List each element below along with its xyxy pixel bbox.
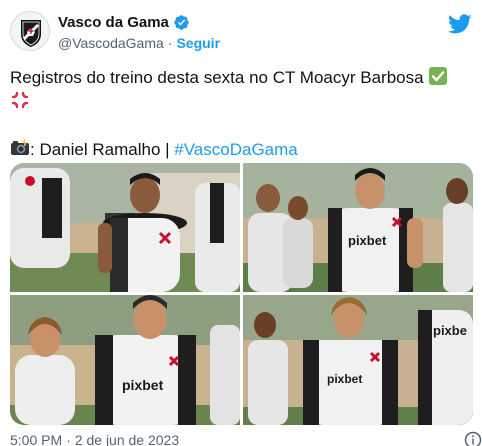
tweet-spacer <box>10 114 472 138</box>
handle[interactable]: @VascodaGama <box>58 35 164 51</box>
footer-separator: · <box>66 432 71 446</box>
tweet-timestamp[interactable]: 5:00 PM · 2 de jun de 2023 <box>10 432 472 446</box>
tweet-line-credit: : Daniel Ramalho | #VascoDaGama <box>10 138 472 162</box>
photo-training-1[interactable] <box>10 163 240 292</box>
check-mark-icon <box>429 67 448 85</box>
photo-training-4[interactable]: pixbet pixbe <box>243 295 473 425</box>
separator-dot: · <box>167 35 173 51</box>
svg-text:pixbe: pixbe <box>433 323 467 338</box>
tweet-body: Registros do treino desta sexta no CT Mo… <box>10 68 424 87</box>
verified-badge-icon <box>174 15 189 30</box>
hashtag-link[interactable]: #VascoDaGama <box>174 140 297 159</box>
photo-credit: : Daniel Ramalho | <box>30 140 175 159</box>
svg-text:pixbet: pixbet <box>122 377 164 393</box>
info-icon[interactable] <box>464 431 482 446</box>
twitter-bird-icon[interactable] <box>448 12 472 36</box>
svg-text:pixbet: pixbet <box>327 372 362 386</box>
avatar[interactable] <box>10 11 50 51</box>
photo-training-2[interactable]: pixbet <box>243 163 473 292</box>
tweet-line-2 <box>10 90 472 114</box>
photo-training-3[interactable]: pixbet <box>10 295 240 425</box>
photo-grid: pixbet pixbet pixbet pixbe <box>10 163 473 425</box>
camera-flash-icon <box>11 138 29 155</box>
display-name[interactable]: Vasco da Gama <box>58 14 169 31</box>
tweet-time: 5:00 PM <box>10 432 63 446</box>
anger-symbol-icon <box>11 91 29 109</box>
vasco-crest-icon <box>11 12 49 50</box>
tweet-text: Registros do treino desta sexta no CT Mo… <box>10 66 472 162</box>
tweet-line-1: Registros do treino desta sexta no CT Mo… <box>10 66 472 90</box>
handle-row: @VascodaGama · Seguir <box>58 35 220 51</box>
follow-button[interactable]: Seguir <box>176 35 220 51</box>
tweet-date: 2 de jun de 2023 <box>74 432 180 446</box>
svg-text:pixbet: pixbet <box>348 233 387 248</box>
name-row: Vasco da Gama <box>58 14 190 31</box>
tweet-header: Vasco da Gama @VascodaGama · Seguir <box>10 10 472 54</box>
